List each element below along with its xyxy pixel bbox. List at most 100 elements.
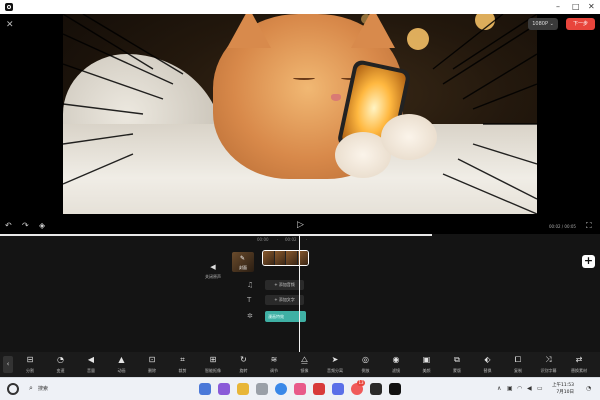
tool-crop-button[interactable]: ⌗ 裁剪 <box>171 355 195 374</box>
edit-pen-icon: ✎ <box>240 255 246 262</box>
minimize-button[interactable]: – <box>556 1 560 13</box>
tool-delete-button[interactable]: ⊡ 删除 <box>140 355 164 374</box>
crop-icon: ⌗ <box>180 355 185 364</box>
timeline-panel[interactable]: 00:00 · 00:02 · ◀ 关闭原声 ✎ 封面 + ♫ + 添加音频 T… <box>0 234 600 352</box>
tool-volume-button[interactable]: ◀ 音量 <box>79 355 103 374</box>
recycle-bin-icon[interactable] <box>256 383 268 395</box>
tool-label: 调节 <box>270 368 278 373</box>
app-root: – □ ✕ ✕ 1080P ⌄ 下一步 ↶ ↷ ◈ ▷ 00:02 / 00:0… <box>0 0 600 400</box>
ruler-mark: · <box>306 237 308 242</box>
video-frame-image <box>63 14 537 214</box>
maximize-button[interactable]: □ <box>572 1 580 13</box>
mute-original-audio-button[interactable]: ◀ 关闭原声 <box>202 254 224 280</box>
delete-icon: ⊡ <box>148 355 156 364</box>
cover-button[interactable]: ✎ 封面 <box>232 252 254 272</box>
close-editor-icon[interactable]: ✕ <box>6 20 14 30</box>
task-view-icon[interactable] <box>199 383 211 395</box>
video-preview-panel: ✕ 1080P ⌄ 下一步 ↶ ↷ ◈ ▷ 00:02 / 00:05 ⛶ <box>0 14 600 234</box>
effect-icon: ✲ <box>247 312 253 320</box>
clock-date: 7月10日 <box>556 390 574 395</box>
beauty-icon: ▣ <box>422 355 431 364</box>
tool-label: 替换 <box>483 368 492 373</box>
video-editor-icon[interactable] <box>389 383 401 395</box>
tool-filter-button[interactable]: ◉ 滤镜 <box>384 355 408 374</box>
tool-replace-button[interactable]: ⬖ 替换 <box>476 355 500 374</box>
tool-speed-button[interactable]: ◔ 变速 <box>49 355 73 374</box>
copy-icon: ⧠ <box>514 355 522 364</box>
browser-icon[interactable] <box>275 383 287 395</box>
cover-label: 封面 <box>239 265 247 270</box>
adjust-icon: ≋ <box>270 355 278 364</box>
tool-label: 音频分离 <box>327 368 343 373</box>
tool-copy-button[interactable]: ⧠ 复制 <box>506 355 530 374</box>
volume-icon[interactable]: ◀ <box>527 385 532 392</box>
tool-beauty-button[interactable]: ▣ 美颜 <box>415 355 439 374</box>
app-icon[interactable] <box>332 383 344 395</box>
split-icon: ⊟ <box>26 355 34 364</box>
start-button[interactable] <box>7 383 19 395</box>
speed-icon: ◔ <box>57 355 64 364</box>
play-button[interactable]: ▷ <box>297 220 304 230</box>
app-icon[interactable] <box>218 383 230 395</box>
clock-time: 上午11:53 <box>552 383 574 388</box>
clip-frame <box>263 251 275 265</box>
file-explorer-icon[interactable] <box>237 383 249 395</box>
app-icon[interactable] <box>294 383 306 395</box>
search-icon[interactable]: ⌕ <box>29 384 33 393</box>
tool-split-button[interactable]: ⊟ 分割 <box>18 355 42 374</box>
tool-mask-button[interactable]: ⧉ 蒙版 <box>445 355 469 374</box>
tool-rotate-button[interactable]: ↻ 旋转 <box>232 355 256 374</box>
mute-original-audio-label: 关闭原声 <box>205 274 221 279</box>
fullscreen-icon[interactable]: ⛶ <box>586 221 592 231</box>
tool-label: 蒙版 <box>453 368 461 373</box>
replace-media-icon: ⇄ <box>575 355 583 364</box>
ruler-mark: 00:02 <box>285 237 297 242</box>
video-clip[interactable] <box>262 250 309 266</box>
clip-frame <box>286 251 298 265</box>
system-clock[interactable]: 上午11:53 7月10日 <box>552 382 574 396</box>
tool-captions-button[interactable]: ⤨ 识别字幕 <box>537 355 561 374</box>
battery-icon[interactable]: ▭ <box>537 385 543 392</box>
next-step-button[interactable]: 下一步 <box>566 18 595 30</box>
app-tray-icon[interactable]: ▣ <box>507 385 513 392</box>
toolbar-back-button[interactable]: ‹ <box>3 356 13 373</box>
volume-icon: ◀ <box>87 355 95 364</box>
redo-icon[interactable]: ↷ <box>22 221 29 230</box>
filter-icon: ◉ <box>392 355 400 364</box>
tool-label: 倒放 <box>361 368 370 373</box>
add-clip-button[interactable]: + <box>582 255 595 268</box>
tool-audio-separate-button[interactable]: ➤ 音频分离 <box>323 355 347 374</box>
tray-chevron-icon[interactable]: ∧ <box>497 385 501 392</box>
tool-label: 变速 <box>56 368 65 373</box>
time-display: 00:02 / 00:05 <box>549 224 576 229</box>
tool-adjust-button[interactable]: ≋ 调节 <box>262 355 286 374</box>
tool-label: 智能抠像 <box>205 368 221 373</box>
audio-separate-icon: ➤ <box>331 355 339 364</box>
tool-label: 分割 <box>26 368 34 373</box>
mask-icon: ⧉ <box>454 355 460 364</box>
resolution-select[interactable]: 1080P ⌄ <box>528 18 558 30</box>
tool-reverse-button[interactable]: ◎ 倒放 <box>354 355 378 374</box>
tool-mirror-button[interactable]: ⧋ 镜像 <box>293 355 317 374</box>
undo-icon[interactable]: ↶ <box>5 221 12 230</box>
tool-replace-media-button[interactable]: ⇄ 替换素材 <box>567 355 591 374</box>
app-icon[interactable] <box>370 383 382 395</box>
replace-icon: ⬖ <box>484 355 491 364</box>
tool-label: 滤镜 <box>392 368 400 373</box>
tool-animation-button[interactable]: ▲ 动画 <box>110 355 134 374</box>
wifi-icon[interactable]: ◠ <box>517 385 522 392</box>
tool-label: 替换素材 <box>571 368 587 373</box>
notification-bell-icon[interactable]: ◔ <box>586 385 591 392</box>
tool-label: 旋转 <box>239 368 248 373</box>
tool-smart-cutout-button[interactable]: ⊞ 智能抠像 <box>201 355 225 374</box>
text-icon: T <box>247 296 252 304</box>
close-window-button[interactable]: ✕ <box>588 1 595 13</box>
taskbar-search-label[interactable]: 搜索 <box>38 385 48 392</box>
playhead[interactable] <box>299 234 300 352</box>
keyframe-icon[interactable]: ◈ <box>39 221 45 230</box>
playback-progress-bar[interactable] <box>0 234 432 236</box>
app-icon[interactable] <box>313 383 325 395</box>
tool-label: 复制 <box>514 368 522 373</box>
captions-icon: ⤨ <box>545 355 552 364</box>
timeline-ruler[interactable]: 00:00 · 00:02 · <box>0 234 600 244</box>
